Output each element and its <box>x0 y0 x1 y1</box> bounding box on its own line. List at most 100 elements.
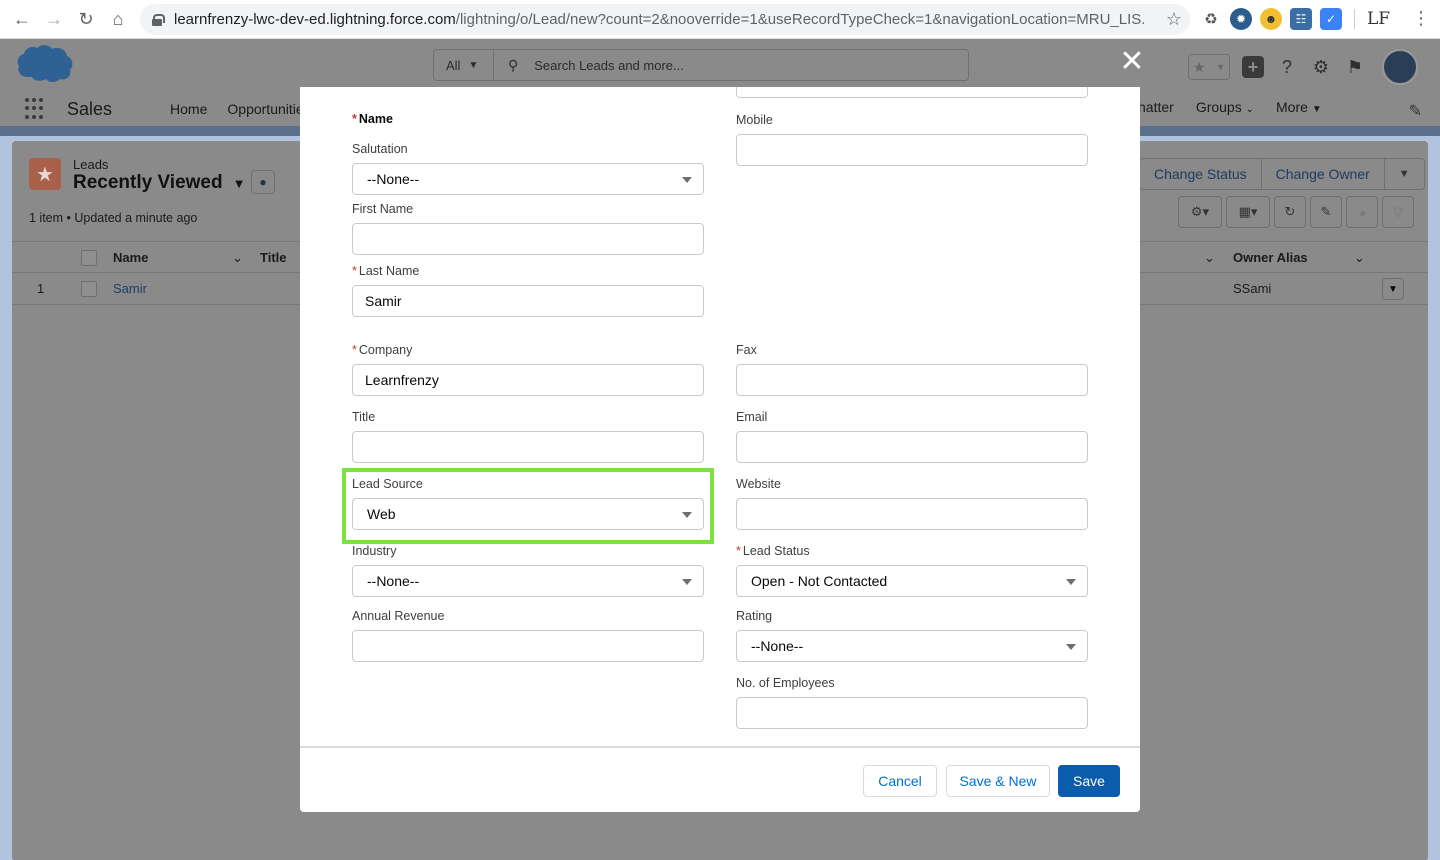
website-field[interactable] <box>736 498 1088 530</box>
lead-status-label-text: Lead Status <box>742 544 810 558</box>
save-and-new-button[interactable]: Save & New <box>946 765 1050 797</box>
avatar[interactable] <box>1382 49 1418 85</box>
required-marker: * <box>736 544 741 558</box>
search-scope-dropdown[interactable]: All ▼ <box>434 50 494 80</box>
email-field[interactable] <box>736 431 1088 463</box>
forward-icon[interactable]: → <box>38 3 70 35</box>
salutation-value: --None-- <box>367 171 420 187</box>
modal-body: * Name Mobile Salutation --None-- First N… <box>300 87 1140 746</box>
title-field[interactable] <box>352 431 704 463</box>
back-icon[interactable]: ← <box>6 3 38 35</box>
notification-bell-icon[interactable]: ⚑ <box>1344 56 1366 78</box>
required-marker: * <box>352 343 357 357</box>
employees-field[interactable] <box>736 697 1088 729</box>
mobile-field[interactable] <box>736 134 1088 166</box>
help-icon[interactable]: ? <box>1276 56 1298 78</box>
global-create-icon[interactable]: + <box>1242 56 1264 78</box>
first-name-field[interactable] <box>352 223 704 255</box>
chevron-down-icon: ⌄ <box>1245 104 1255 115</box>
row-number: 1 <box>37 281 45 296</box>
mobile-label: Mobile <box>736 113 773 127</box>
chevron-down-icon: ▼ <box>232 175 246 191</box>
lead-name-link[interactable]: Samir <box>113 281 147 296</box>
filter-icon[interactable]: ▽ <box>1382 196 1414 228</box>
nav-item-groups[interactable]: Groups ⌄ <box>1196 99 1254 115</box>
rating-select[interactable]: --None-- <box>736 630 1088 662</box>
industry-value: --None-- <box>367 573 420 589</box>
search-input[interactable]: Search Leads and more... <box>534 58 684 73</box>
gear-icon[interactable]: ⚙ <box>1310 56 1332 78</box>
column-header-name[interactable]: Name <box>113 250 148 265</box>
annual-revenue-field[interactable] <box>352 630 704 662</box>
select-all-checkbox[interactable] <box>81 250 97 266</box>
partial-input-field[interactable] <box>736 87 1088 98</box>
industry-select[interactable]: --None-- <box>352 565 704 597</box>
chevron-down-icon[interactable]: ⌄ <box>1354 250 1365 266</box>
column-header-title[interactable]: Title <box>260 250 287 265</box>
emoji-extension-icon[interactable]: ☻ <box>1260 8 1282 30</box>
profile-icon[interactable]: LF <box>1367 9 1390 29</box>
chevron-down-icon[interactable]: ⌄ <box>1204 250 1215 266</box>
change-status-button[interactable]: Change Status <box>1140 159 1261 189</box>
title-label: Title <box>352 410 376 424</box>
list-view-selector[interactable]: Recently Viewed ▼ <box>73 172 245 194</box>
recycle-extension-icon[interactable]: ♻ <box>1200 8 1222 30</box>
list-tools: ⚙▾ ▦▾ ↻ ✎ ◕ ▽ <box>1178 196 1414 228</box>
global-search[interactable]: All ▼ ⚲ Search Leads and more... <box>433 49 969 81</box>
chevron-down-icon <box>1066 579 1076 585</box>
extensions: ♻ ✹ ☻ ☷ ✓ LF <box>1200 8 1390 30</box>
row-actions-chevron-icon[interactable]: ▼ <box>1382 278 1404 300</box>
fax-field[interactable] <box>736 364 1088 396</box>
more-actions-button[interactable]: ▼ <box>1383 159 1424 189</box>
lead-status-select[interactable]: Open - Not Contacted <box>736 565 1088 597</box>
browser-menu-icon[interactable]: ⋮ <box>1412 8 1430 29</box>
modal-footer: Cancel Save & New Save <box>300 746 1140 812</box>
list-settings-gear-icon[interactable]: ⚙▾ <box>1178 196 1222 228</box>
favorites-button[interactable]: ★ ▼ <box>1188 54 1230 80</box>
nav-item-more[interactable]: More ▼ <box>1276 99 1322 115</box>
annual-revenue-label: Annual Revenue <box>352 609 445 623</box>
home-icon[interactable]: ⌂ <box>102 3 134 35</box>
save-button[interactable]: Save <box>1058 765 1120 797</box>
bookmark-star-icon[interactable]: ☆ <box>1166 9 1182 30</box>
chevron-down-icon <box>682 579 692 585</box>
nav-item-chatter[interactable]: hatter <box>1138 99 1174 115</box>
network-extension-icon[interactable]: ☷ <box>1290 8 1312 30</box>
change-owner-button[interactable]: Change Owner <box>1260 159 1384 189</box>
nav-item-home[interactable]: Home <box>170 101 207 117</box>
close-icon[interactable]: ✕ <box>1118 47 1146 77</box>
last-name-label-text: Last Name <box>358 264 420 278</box>
search-scope-label: All <box>446 57 461 73</box>
toolbar-divider <box>1354 9 1355 29</box>
pin-icon[interactable]: ● <box>251 170 275 194</box>
inline-edit-pencil-icon[interactable]: ✎ <box>1310 196 1342 228</box>
cancel-button[interactable]: Cancel <box>863 765 937 797</box>
app-launcher-icon[interactable] <box>25 98 47 120</box>
row-checkbox[interactable] <box>81 281 97 297</box>
gear-extension-icon[interactable]: ✹ <box>1230 8 1252 30</box>
star-icon: ★ <box>1193 58 1206 75</box>
display-as-table-icon[interactable]: ▦▾ <box>1226 196 1270 228</box>
name-section-label: * Name <box>352 112 393 126</box>
address-bar[interactable]: learnfrenzy-lwc-dev-ed.lightning.force.c… <box>140 4 1190 35</box>
company-label: * Company <box>352 343 412 357</box>
refresh-icon[interactable]: ↻ <box>1274 196 1306 228</box>
app-name: Sales <box>67 98 113 119</box>
column-header-owner-alias[interactable]: Owner Alias <box>1233 250 1308 265</box>
list-actions: Change Status Change Owner ▼ <box>1139 158 1425 190</box>
company-field[interactable]: Learnfrenzy <box>352 364 704 396</box>
check-extension-icon[interactable]: ✓ <box>1320 8 1342 30</box>
chevron-down-icon[interactable]: ⌄ <box>232 250 243 266</box>
salesforce-logo[interactable] <box>16 43 74 83</box>
chart-icon[interactable]: ◕ <box>1346 196 1378 228</box>
salutation-select[interactable]: --None-- <box>352 163 704 195</box>
owner-alias: SSami <box>1233 281 1272 296</box>
nav-item-opportunities[interactable]: Opportunities <box>227 101 310 117</box>
lead-status-label: * Lead Status <box>736 544 810 558</box>
reload-icon[interactable]: ↻ <box>70 3 102 35</box>
edit-nav-pencil-icon[interactable]: ✎ <box>1409 101 1422 121</box>
url-host: learnfrenzy-lwc-dev-ed.lightning.force.c… <box>174 11 456 28</box>
required-marker: * <box>352 112 357 126</box>
salutation-label: Salutation <box>352 142 408 156</box>
last-name-field[interactable]: Samir <box>352 285 704 317</box>
